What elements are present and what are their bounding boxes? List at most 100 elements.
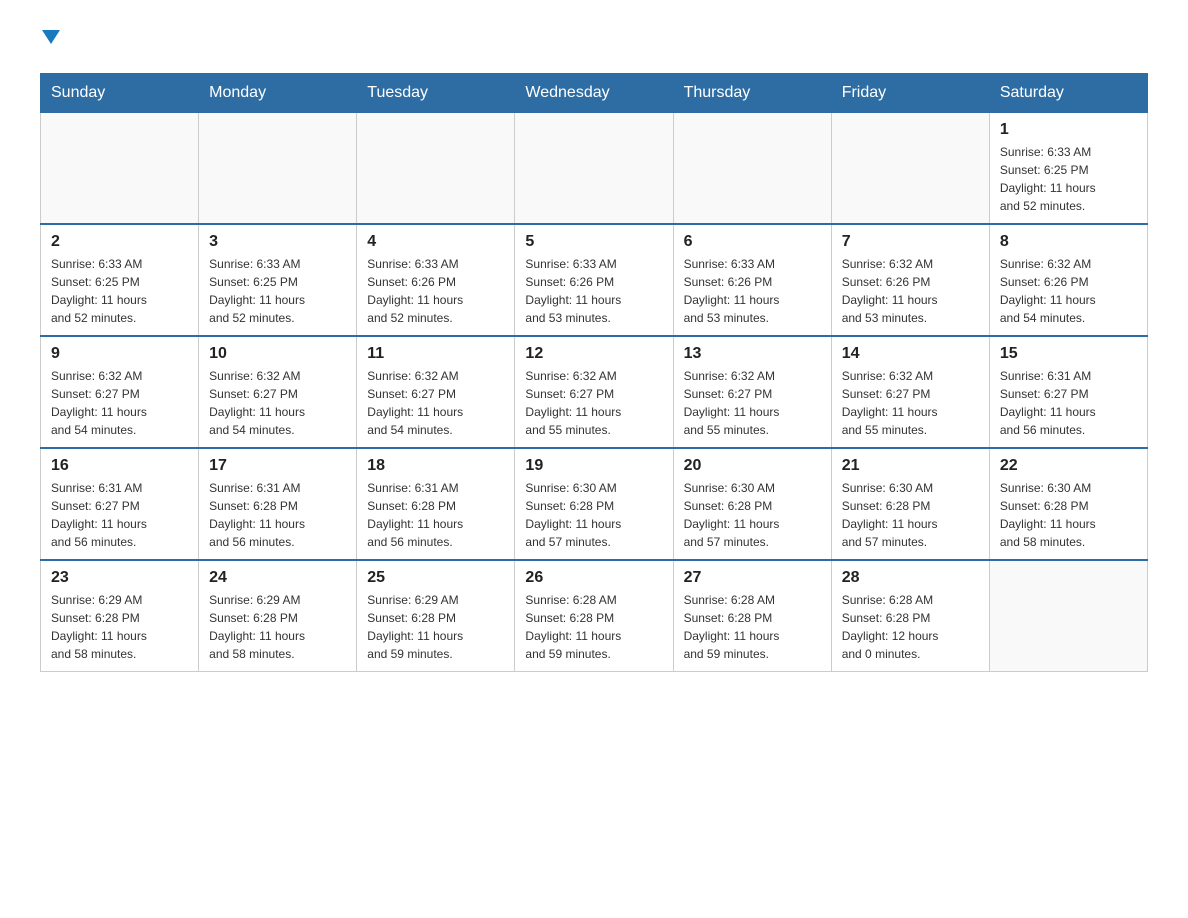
day-info: Sunrise: 6:29 AMSunset: 6:28 PMDaylight:… — [209, 591, 346, 663]
calendar-cell: 8 Sunrise: 6:32 AMSunset: 6:26 PMDaylight… — [989, 224, 1147, 336]
day-number: 24 — [209, 569, 346, 587]
calendar-cell: 23 Sunrise: 6:29 AMSunset: 6:28 PMDayligh… — [41, 560, 199, 672]
day-info: Sunrise: 6:31 AMSunset: 6:27 PMDaylight:… — [51, 479, 188, 551]
day-info: Sunrise: 6:33 AMSunset: 6:25 PMDaylight:… — [209, 255, 346, 327]
logo-triangle-icon — [42, 30, 60, 48]
weekday-header-row: SundayMondayTuesdayWednesdayThursdayFrid… — [41, 74, 1148, 113]
day-info: Sunrise: 6:32 AMSunset: 6:26 PMDaylight:… — [842, 255, 979, 327]
day-number: 16 — [51, 457, 188, 475]
day-info: Sunrise: 6:28 AMSunset: 6:28 PMDaylight:… — [684, 591, 821, 663]
calendar-cell: 5 Sunrise: 6:33 AMSunset: 6:26 PMDaylight… — [515, 224, 673, 336]
day-info: Sunrise: 6:33 AMSunset: 6:26 PMDaylight:… — [684, 255, 821, 327]
calendar-cell: 3 Sunrise: 6:33 AMSunset: 6:25 PMDaylight… — [199, 224, 357, 336]
calendar-cell: 12 Sunrise: 6:32 AMSunset: 6:27 PMDayligh… — [515, 336, 673, 448]
day-info: Sunrise: 6:32 AMSunset: 6:27 PMDaylight:… — [525, 367, 662, 439]
calendar-cell: 11Sunrise: 6:32 AMSunset: 6:27 PMDayligh… — [357, 336, 515, 448]
calendar-cell: 28 Sunrise: 6:28 AMSunset: 6:28 PMDayligh… — [831, 560, 989, 672]
day-number: 20 — [684, 457, 821, 475]
calendar-cell: 19Sunrise: 6:30 AMSunset: 6:28 PMDayligh… — [515, 448, 673, 560]
calendar-cell: 21 Sunrise: 6:30 AMSunset: 6:28 PMDayligh… — [831, 448, 989, 560]
day-number: 19 — [525, 457, 662, 475]
calendar-cell: 27 Sunrise: 6:28 AMSunset: 6:28 PMDayligh… — [673, 560, 831, 672]
day-number: 13 — [684, 345, 821, 363]
day-info: Sunrise: 6:33 AMSunset: 6:25 PMDaylight:… — [51, 255, 188, 327]
logo — [40, 30, 60, 53]
day-info: Sunrise: 6:28 AMSunset: 6:28 PMDaylight:… — [842, 591, 979, 663]
weekday-header-monday: Monday — [199, 74, 357, 113]
day-info: Sunrise: 6:33 AMSunset: 6:26 PMDaylight:… — [367, 255, 504, 327]
day-number: 25 — [367, 569, 504, 587]
calendar-cell: 20 Sunrise: 6:30 AMSunset: 6:28 PMDayligh… — [673, 448, 831, 560]
day-info: Sunrise: 6:32 AMSunset: 6:27 PMDaylight:… — [209, 367, 346, 439]
week-row-3: 9 Sunrise: 6:32 AMSunset: 6:27 PMDaylight… — [41, 336, 1148, 448]
day-info: Sunrise: 6:29 AMSunset: 6:28 PMDaylight:… — [51, 591, 188, 663]
day-number: 26 — [525, 569, 662, 587]
day-info: Sunrise: 6:28 AMSunset: 6:28 PMDaylight:… — [525, 591, 662, 663]
calendar-cell — [831, 113, 989, 225]
day-number: 9 — [51, 345, 188, 363]
day-number: 27 — [684, 569, 821, 587]
weekday-header-wednesday: Wednesday — [515, 74, 673, 113]
week-row-4: 16 Sunrise: 6:31 AMSunset: 6:27 PMDayligh… — [41, 448, 1148, 560]
calendar-cell: 22 Sunrise: 6:30 AMSunset: 6:28 PMDayligh… — [989, 448, 1147, 560]
week-row-2: 2Sunrise: 6:33 AMSunset: 6:25 PMDaylight… — [41, 224, 1148, 336]
weekday-header-thursday: Thursday — [673, 74, 831, 113]
day-number: 18 — [367, 457, 504, 475]
day-number: 14 — [842, 345, 979, 363]
calendar-cell — [989, 560, 1147, 672]
weekday-header-sunday: Sunday — [41, 74, 199, 113]
day-info: Sunrise: 6:32 AMSunset: 6:27 PMDaylight:… — [842, 367, 979, 439]
day-info: Sunrise: 6:31 AMSunset: 6:27 PMDaylight:… — [1000, 367, 1137, 439]
calendar-cell — [673, 113, 831, 225]
calendar-cell: 15Sunrise: 6:31 AMSunset: 6:27 PMDayligh… — [989, 336, 1147, 448]
calendar-cell: 18 Sunrise: 6:31 AMSunset: 6:28 PMDayligh… — [357, 448, 515, 560]
day-number: 8 — [1000, 233, 1137, 251]
day-number: 5 — [525, 233, 662, 251]
day-number: 28 — [842, 569, 979, 587]
day-number: 23 — [51, 569, 188, 587]
day-info: Sunrise: 6:30 AMSunset: 6:28 PMDaylight:… — [684, 479, 821, 551]
day-number: 4 — [367, 233, 504, 251]
day-number: 6 — [684, 233, 821, 251]
day-info: Sunrise: 6:32 AMSunset: 6:26 PMDaylight:… — [1000, 255, 1137, 327]
calendar-cell: 26 Sunrise: 6:28 AMSunset: 6:28 PMDayligh… — [515, 560, 673, 672]
day-number: 3 — [209, 233, 346, 251]
day-info: Sunrise: 6:31 AMSunset: 6:28 PMDaylight:… — [367, 479, 504, 551]
calendar-cell: 16 Sunrise: 6:31 AMSunset: 6:27 PMDayligh… — [41, 448, 199, 560]
calendar-cell — [199, 113, 357, 225]
calendar-cell: 7Sunrise: 6:32 AMSunset: 6:26 PMDaylight… — [831, 224, 989, 336]
calendar-cell: 6 Sunrise: 6:33 AMSunset: 6:26 PMDaylight… — [673, 224, 831, 336]
day-number: 10 — [209, 345, 346, 363]
calendar-table: SundayMondayTuesdayWednesdayThursdayFrid… — [40, 73, 1148, 672]
day-info: Sunrise: 6:30 AMSunset: 6:28 PMDaylight:… — [842, 479, 979, 551]
weekday-header-friday: Friday — [831, 74, 989, 113]
calendar-cell: 9Sunrise: 6:32 AMSunset: 6:27 PMDaylight… — [41, 336, 199, 448]
week-row-5: 23 Sunrise: 6:29 AMSunset: 6:28 PMDayligh… — [41, 560, 1148, 672]
day-number: 17 — [209, 457, 346, 475]
calendar-cell: 25 Sunrise: 6:29 AMSunset: 6:28 PMDayligh… — [357, 560, 515, 672]
day-info: Sunrise: 6:31 AMSunset: 6:28 PMDaylight:… — [209, 479, 346, 551]
page-header — [40, 30, 1148, 53]
calendar-cell — [515, 113, 673, 225]
weekday-header-saturday: Saturday — [989, 74, 1147, 113]
day-info: Sunrise: 6:32 AMSunset: 6:27 PMDaylight:… — [367, 367, 504, 439]
calendar-cell — [41, 113, 199, 225]
day-number: 12 — [525, 345, 662, 363]
calendar-cell: 10 Sunrise: 6:32 AMSunset: 6:27 PMDayligh… — [199, 336, 357, 448]
week-row-1: 1 Sunrise: 6:33 AMSunset: 6:25 PMDaylight… — [41, 113, 1148, 225]
calendar-cell: 4 Sunrise: 6:33 AMSunset: 6:26 PMDaylight… — [357, 224, 515, 336]
day-number: 22 — [1000, 457, 1137, 475]
calendar-cell: 2Sunrise: 6:33 AMSunset: 6:25 PMDaylight… — [41, 224, 199, 336]
day-number: 21 — [842, 457, 979, 475]
day-info: Sunrise: 6:33 AMSunset: 6:26 PMDaylight:… — [525, 255, 662, 327]
day-info: Sunrise: 6:29 AMSunset: 6:28 PMDaylight:… — [367, 591, 504, 663]
day-number: 1 — [1000, 121, 1137, 139]
day-info: Sunrise: 6:33 AMSunset: 6:25 PMDaylight:… — [1000, 143, 1137, 215]
calendar-cell: 13 Sunrise: 6:32 AMSunset: 6:27 PMDayligh… — [673, 336, 831, 448]
calendar-cell: 1 Sunrise: 6:33 AMSunset: 6:25 PMDaylight… — [989, 113, 1147, 225]
day-info: Sunrise: 6:30 AMSunset: 6:28 PMDaylight:… — [1000, 479, 1137, 551]
weekday-header-tuesday: Tuesday — [357, 74, 515, 113]
calendar-cell: 24 Sunrise: 6:29 AMSunset: 6:28 PMDayligh… — [199, 560, 357, 672]
day-info: Sunrise: 6:32 AMSunset: 6:27 PMDaylight:… — [684, 367, 821, 439]
calendar-cell — [357, 113, 515, 225]
